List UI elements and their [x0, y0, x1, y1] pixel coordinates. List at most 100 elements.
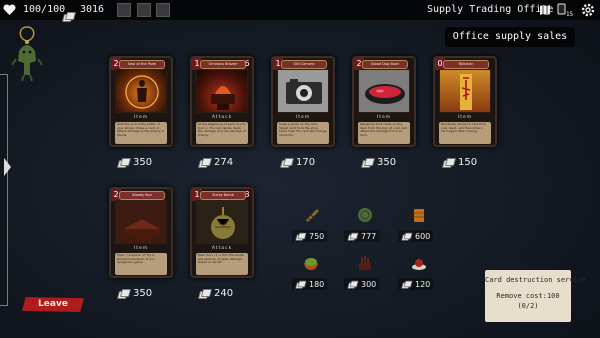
card-name: Old Camera	[281, 60, 327, 69]
relic-slot[interactable]	[117, 3, 131, 17]
card-price: 274	[199, 155, 233, 169]
relic-slot[interactable]	[156, 3, 170, 17]
figure-art-icon	[125, 75, 159, 109]
card-name: Ominous Brazier	[200, 60, 246, 69]
location-title: Supply Trading Office	[427, 4, 554, 15]
card-art	[196, 200, 248, 244]
coin-icon	[296, 281, 305, 287]
item-price: 777	[344, 230, 380, 242]
deck-count: 15	[566, 11, 574, 18]
destruction-cost: Remove cost:100	[496, 292, 560, 300]
card-type: Item	[133, 115, 149, 120]
price-value: 350	[377, 156, 397, 168]
item-price: 750	[292, 230, 328, 242]
coin-icon	[281, 158, 292, 166]
expand-arrow-icon[interactable]	[4, 158, 11, 176]
bowl-art-icon	[365, 84, 405, 104]
card-description: Snap a photo on the card. Target card fr…	[277, 122, 329, 144]
price-value: 777	[361, 231, 377, 241]
brazier-art-icon	[211, 86, 235, 110]
lantern-icon[interactable]	[410, 206, 428, 224]
bomb-art-icon	[211, 207, 235, 239]
card-price: 350	[362, 155, 396, 169]
card-type: Item	[133, 246, 149, 251]
rice-bowl-icon[interactable]	[302, 254, 320, 272]
coin-icon	[443, 158, 454, 166]
coin-icon	[199, 289, 210, 297]
card-name: Talisman	[443, 60, 489, 69]
price-value: 240	[214, 287, 234, 299]
card-name: Bloody Box	[119, 191, 165, 200]
talisman-art-icon	[460, 74, 472, 110]
card-name: Sticky Bomb	[200, 191, 246, 200]
card-art	[439, 69, 491, 113]
coin-icon	[348, 281, 357, 287]
card-price: 350	[118, 155, 152, 169]
destruction-count: (0/2)	[517, 302, 539, 310]
price-value: 600	[415, 231, 431, 241]
price-value: 350	[133, 156, 153, 168]
price-value: 180	[309, 279, 325, 289]
gear-icon[interactable]	[581, 3, 595, 17]
shop-card[interactable]: 1 Old Camera Item Snap a photo on the ca…	[271, 56, 335, 147]
coin-icon	[118, 158, 129, 166]
camera-art-icon	[286, 79, 322, 104]
card-name: Blood Dog Bowl	[362, 60, 408, 69]
side-panel-tab[interactable]	[0, 74, 8, 306]
card-price: 150	[443, 155, 477, 169]
jade-coin-icon[interactable]	[356, 206, 374, 224]
card-price: 350	[118, 286, 152, 300]
offering-plate-icon[interactable]	[410, 254, 428, 272]
price-value: 170	[296, 156, 316, 168]
price-value: 350	[133, 287, 153, 299]
coin-icon	[199, 158, 210, 166]
card-destruction-panel[interactable]: Card destruction service Remove cost:100…	[485, 270, 587, 322]
card-type: Item	[457, 115, 473, 120]
item-price: 600	[398, 230, 434, 242]
coin-icon	[362, 158, 373, 166]
shop-card[interactable]: 2 Bloody Box Item Type: 'I surprise !!!'…	[109, 187, 173, 278]
map-icon[interactable]	[539, 4, 551, 16]
card-description: Randomly discard 1 card from your hand, …	[439, 122, 491, 144]
coin-icon	[118, 289, 129, 297]
price-value: 300	[361, 279, 377, 289]
scroll-bundle-icon[interactable]	[303, 206, 321, 224]
destruction-title: Card destruction service	[485, 276, 587, 284]
shop-card[interactable]: 1 3 Sticky Bomb Attack Each turn, -1, x …	[190, 187, 254, 278]
shop-card[interactable]: 2 Seal of the Palm Item Until the end of…	[109, 56, 173, 147]
leave-button[interactable]: Leave	[22, 297, 84, 312]
card-description: Each turn, -1, x 3/4. The bomb will expl…	[196, 253, 248, 275]
relic-slot[interactable]	[137, 3, 151, 17]
shop-card[interactable]: 0 Talisman Item Randomly discard 1 card …	[433, 56, 497, 147]
card-type: Item	[376, 115, 392, 120]
card-price: 240	[199, 286, 233, 300]
shop-card[interactable]: 1 6 Ominous Brazier Attack At the beginn…	[190, 56, 254, 147]
coin-icon	[296, 233, 305, 239]
card-description: Until the end of the battle, if your sti…	[115, 122, 167, 144]
card-description: Type: 'I surprise !!!' Try a Randomized …	[115, 253, 167, 275]
item-price: 180	[292, 278, 328, 290]
shop-heading: Office supply sales	[445, 27, 575, 47]
card-art	[115, 200, 167, 244]
item-price: 300	[344, 278, 380, 290]
shop-card[interactable]: 2 Blood Dog Bowl Item Randomly fill 4 ca…	[352, 56, 416, 147]
item-price: 120	[398, 278, 434, 290]
box-art-icon	[124, 219, 160, 243]
heart-icon	[3, 4, 16, 15]
coin-icon	[402, 281, 411, 287]
card-art	[358, 69, 410, 113]
coin-icon	[348, 233, 357, 239]
price-value: 120	[415, 279, 431, 289]
incense-burner-icon[interactable]	[356, 254, 374, 272]
card-name: Seal of the Palm	[119, 60, 165, 69]
card-description: Randomly fill 4 cards on the deck from t…	[358, 122, 410, 144]
card-art	[277, 69, 329, 113]
money-icon	[63, 12, 74, 20]
card-type: Attack	[211, 115, 233, 120]
coin-icon	[402, 233, 411, 239]
character-portrait[interactable]	[8, 25, 46, 85]
card-type: Attack	[211, 246, 233, 251]
card-price: 170	[281, 155, 315, 169]
price-value: 750	[309, 231, 325, 241]
money-value: 3016	[80, 4, 105, 15]
